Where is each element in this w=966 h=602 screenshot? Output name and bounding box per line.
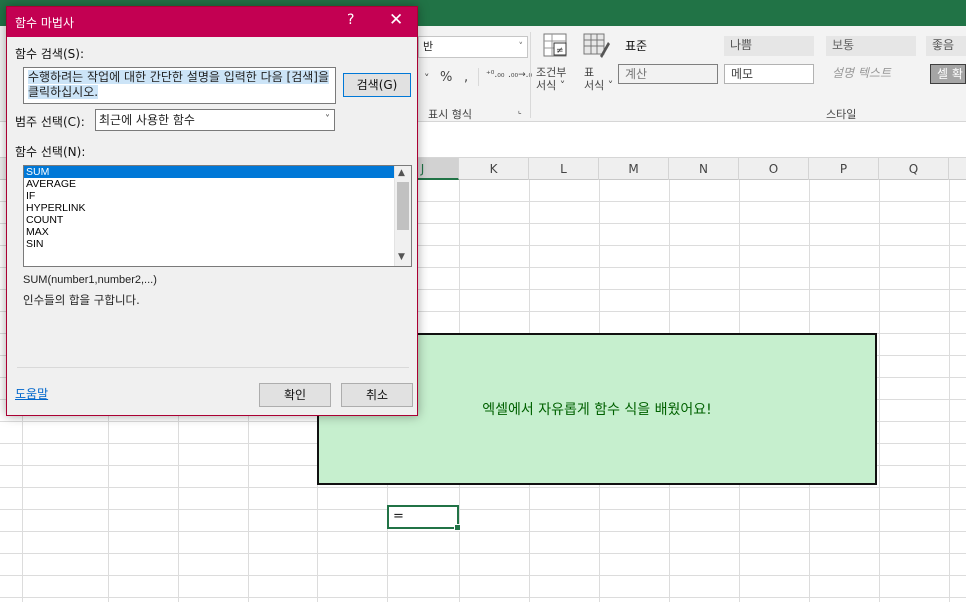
conditional-format-button[interactable]: ≠ 조건부 서식 ˅ bbox=[536, 30, 576, 104]
column-header-q[interactable]: Q bbox=[879, 158, 949, 180]
group-divider bbox=[530, 32, 531, 118]
styles-group-label: 스타일 bbox=[826, 108, 857, 121]
cancel-button[interactable]: 취소 bbox=[341, 383, 413, 407]
function-item-if[interactable]: IF bbox=[24, 190, 411, 202]
conditional-format-label: 조건부 서식 ˅ bbox=[536, 66, 567, 92]
style-normal[interactable]: 표준 bbox=[618, 36, 718, 56]
dialog-title-bar[interactable]: 함수 마법사 ? ✕ bbox=[7, 7, 417, 37]
scroll-up-icon[interactable]: ▲ bbox=[398, 168, 405, 178]
category-value: 최근에 사용한 함수 bbox=[99, 113, 195, 127]
function-item-sin[interactable]: SIN bbox=[24, 238, 411, 250]
category-label: 범주 선택(C): bbox=[15, 115, 85, 129]
function-item-hyperlink[interactable]: HYPERLINK bbox=[24, 202, 411, 214]
search-button[interactable]: 검색(G) bbox=[343, 73, 411, 97]
column-header-p[interactable]: P bbox=[809, 158, 879, 180]
help-link[interactable]: 도움말 bbox=[15, 385, 48, 402]
dialog-divider bbox=[17, 367, 409, 368]
function-item-count[interactable]: COUNT bbox=[24, 214, 411, 226]
column-header-n[interactable]: N bbox=[669, 158, 739, 180]
style-calculation[interactable]: 계산 bbox=[618, 64, 718, 84]
style-note[interactable]: 메모 bbox=[724, 64, 814, 84]
number-format-value: 반 bbox=[423, 40, 434, 53]
function-search-input[interactable]: 수행하려는 작업에 대한 간단한 설명을 입력한 다음 [검색]을 클릭하십시오… bbox=[23, 67, 336, 104]
style-good[interactable]: 좋음 bbox=[926, 36, 966, 56]
format-table-icon bbox=[583, 33, 610, 58]
style-neutral[interactable]: 보통 bbox=[826, 36, 916, 56]
format-as-table-button[interactable]: 표 서식 ˅ bbox=[578, 30, 614, 104]
svg-text:≠: ≠ bbox=[556, 46, 564, 56]
column-header-o[interactable]: O bbox=[739, 158, 809, 180]
function-list-scrollbar[interactable]: ▲ ▼ bbox=[394, 166, 411, 266]
chevron-down-icon: ˅ bbox=[325, 114, 330, 125]
function-item-average[interactable]: AVERAGE bbox=[24, 178, 411, 190]
dialog-launcher-icon[interactable]: ⌞ bbox=[518, 106, 522, 115]
number-group-label: 표시 형식 bbox=[428, 108, 472, 121]
scrollbar-thumb[interactable] bbox=[397, 182, 409, 230]
chevron-down-icon: ˅ bbox=[518, 42, 524, 52]
style-bad[interactable]: 나쁨 bbox=[724, 36, 814, 56]
style-check-cell[interactable]: 셀 확 bbox=[930, 64, 966, 84]
function-description: 인수들의 합을 구합니다. bbox=[23, 293, 140, 307]
search-label: 함수 검색(S): bbox=[15, 47, 84, 61]
dialog-title: 함수 마법사 bbox=[15, 16, 75, 30]
currency-dropdown[interactable]: ˅ bbox=[424, 72, 430, 85]
column-header-m[interactable]: M bbox=[599, 158, 669, 180]
comma-button[interactable]: , bbox=[464, 70, 468, 85]
help-icon[interactable]: ? bbox=[347, 12, 354, 28]
decrease-decimal-button[interactable]: .₀₀→.₀ bbox=[508, 70, 532, 80]
active-cell-formula: = bbox=[393, 509, 404, 524]
grid-line bbox=[879, 180, 880, 602]
percent-button[interactable]: % bbox=[440, 70, 452, 85]
close-icon[interactable]: ✕ bbox=[389, 10, 403, 30]
grid-line bbox=[949, 180, 950, 602]
format-table-label: 표 서식 ˅ bbox=[584, 66, 614, 92]
function-item-sum[interactable]: SUM bbox=[24, 166, 398, 178]
number-format-dropdown[interactable]: 반 ˅ bbox=[418, 36, 528, 58]
scroll-down-icon[interactable]: ▼ bbox=[398, 252, 405, 262]
function-wizard-dialog: 함수 마법사 ? ✕ 함수 검색(S): 수행하려는 작업에 대한 간단한 설명… bbox=[6, 6, 418, 416]
style-explanatory[interactable]: 설명 텍스트 bbox=[826, 64, 916, 84]
search-input-text: 수행하려는 작업에 대한 간단한 설명을 입력한 다음 [검색]을 클릭하십시오… bbox=[28, 70, 330, 99]
function-list[interactable]: SUM AVERAGE IF HYPERLINK COUNT MAX SIN ▲… bbox=[23, 165, 412, 267]
function-list-label: 함수 선택(N): bbox=[15, 145, 86, 159]
column-header-l[interactable]: L bbox=[529, 158, 599, 180]
category-select[interactable]: 최근에 사용한 함수 ˅ bbox=[95, 109, 335, 131]
function-item-max[interactable]: MAX bbox=[24, 226, 411, 238]
increase-decimal-button[interactable]: ⁺⁰.₀₀ bbox=[486, 70, 504, 80]
divider bbox=[478, 68, 479, 86]
ok-button[interactable]: 확인 bbox=[259, 383, 331, 407]
function-syntax: SUM(number1,number2,...) bbox=[23, 274, 157, 286]
active-cell[interactable]: = bbox=[387, 505, 461, 531]
column-header-k[interactable]: K bbox=[459, 158, 529, 180]
merged-cell-text: 엑셀에서 자유롭게 함수 식을 배웠어요! bbox=[482, 402, 712, 418]
conditional-format-icon: ≠ bbox=[543, 33, 567, 57]
